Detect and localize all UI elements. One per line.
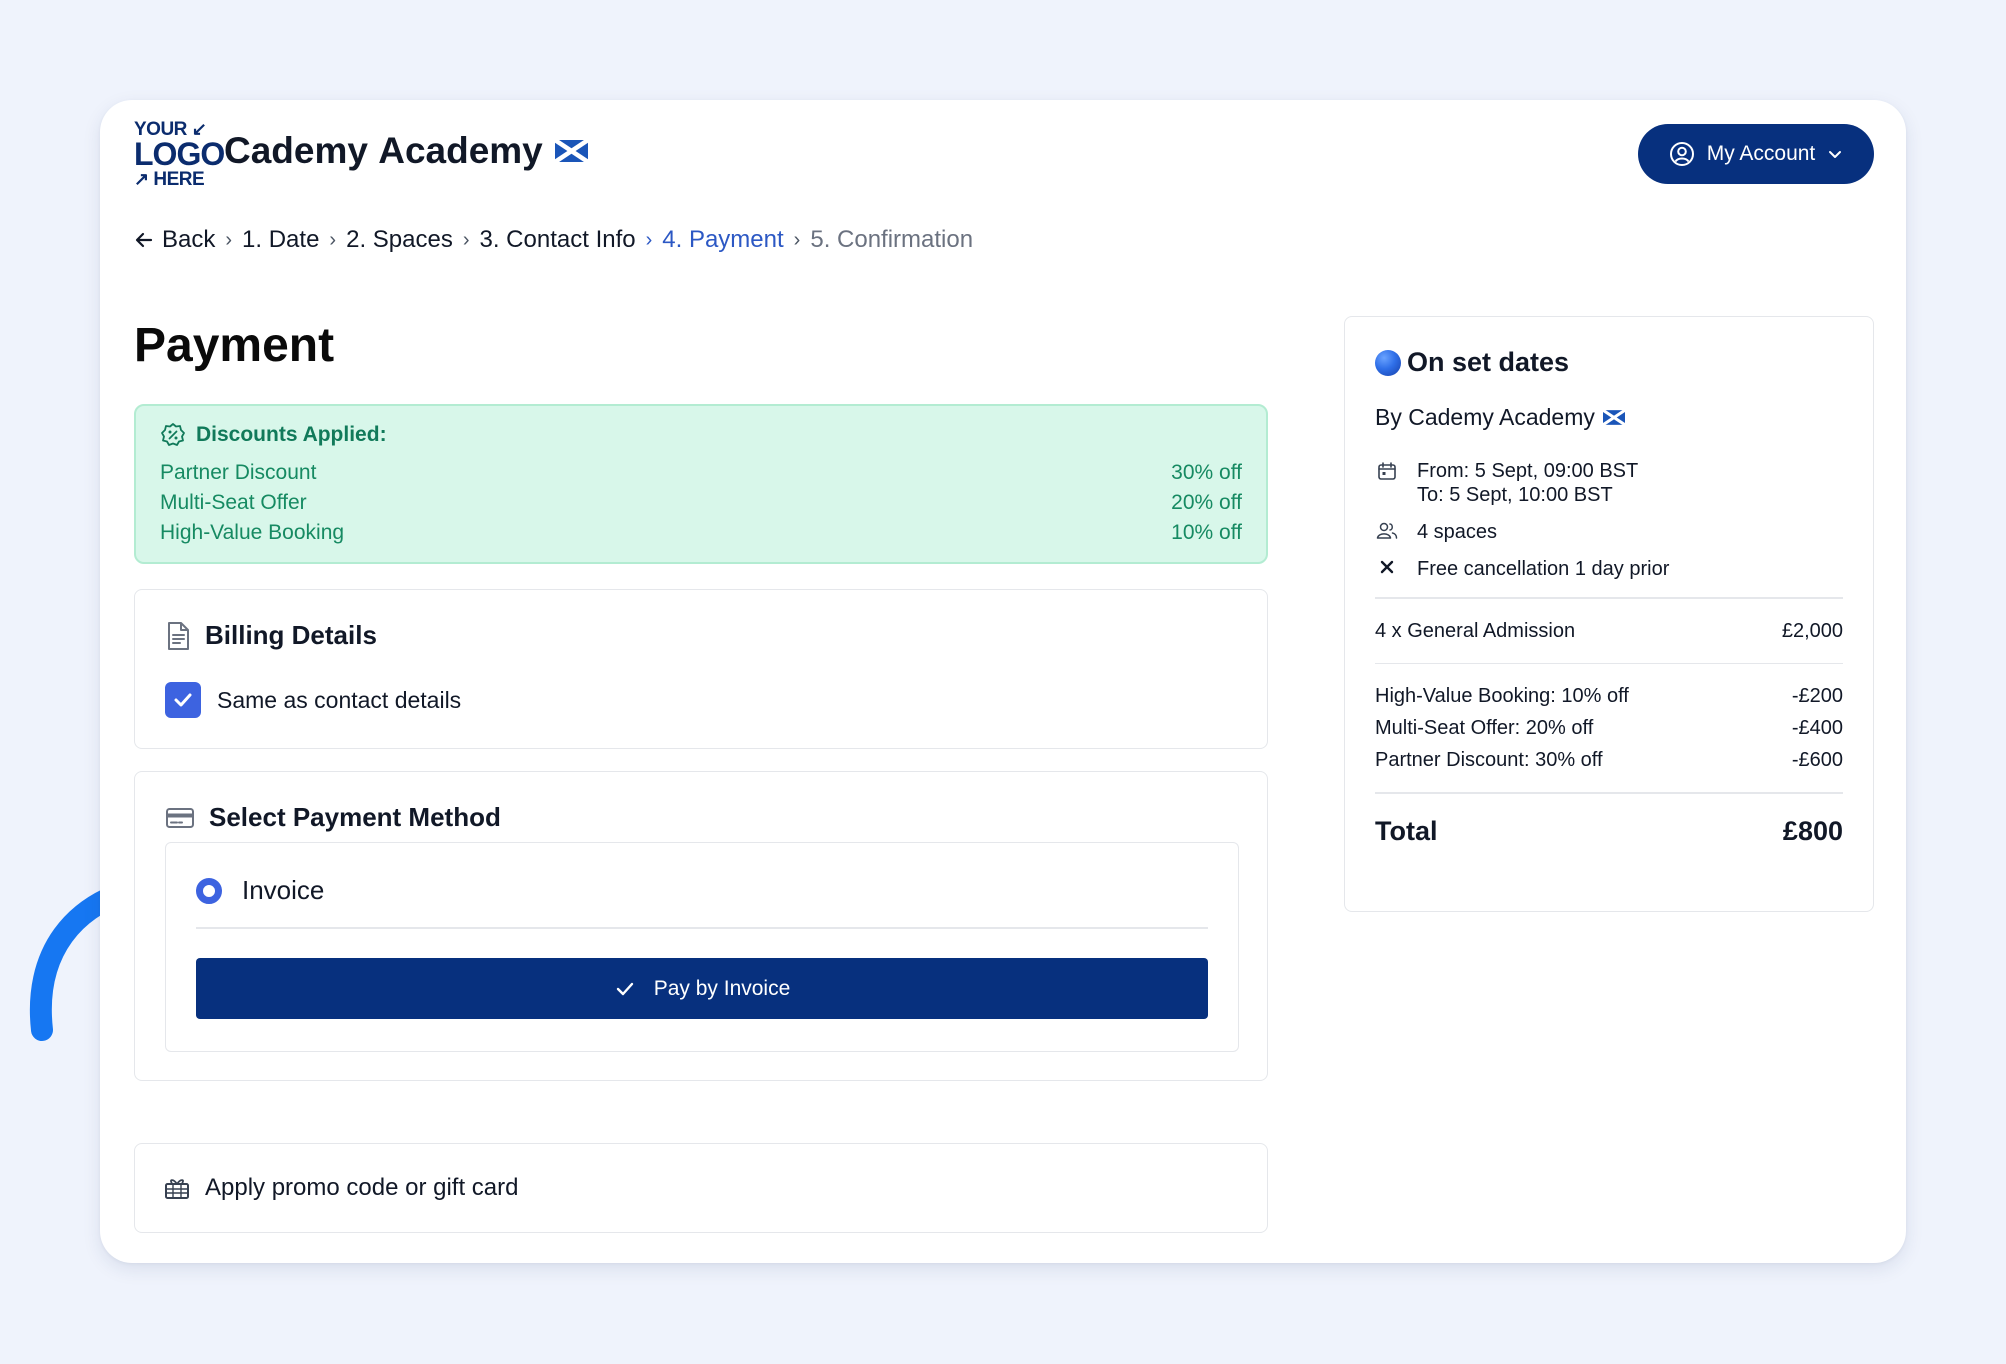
back-link[interactable]: Back	[134, 226, 215, 254]
summary-title-label: On set dates	[1407, 347, 1570, 377]
discount-value: 10% off	[1171, 521, 1242, 544]
breadcrumb-step-date[interactable]: 1. Date	[242, 226, 319, 254]
arrow-left-icon	[135, 232, 153, 248]
checkmark-icon	[174, 693, 192, 707]
user-circle-icon	[1669, 142, 1694, 166]
breadcrumb-step-contact-info[interactable]: 3. Contact Info	[480, 226, 636, 254]
breadcrumb-separator: ›	[329, 228, 337, 251]
back-label: Back	[162, 226, 216, 253]
promo-code-panel[interactable]: Apply promo code or gift card	[134, 1143, 1268, 1233]
my-account-label: My Account	[1706, 142, 1816, 165]
discount-value: 20% off	[1171, 491, 1242, 514]
spaces-row: 4 spaces	[1375, 520, 1843, 544]
breadcrumb-separator: ›	[793, 228, 801, 251]
discount-badge-icon	[161, 423, 185, 446]
document-icon	[168, 621, 189, 650]
discount-label: Partner Discount	[160, 461, 317, 484]
divider	[196, 927, 1208, 929]
scotland-flag-icon	[554, 140, 588, 162]
payment-method-panel: Select Payment Method Invoice Pay by Inv…	[134, 771, 1268, 1081]
summary-organizer-label: By Cademy Academy	[1375, 404, 1595, 430]
calendar-icon	[1378, 462, 1396, 480]
chevron-down-icon	[1829, 151, 1842, 158]
breadcrumb-step-spaces[interactable]: 2. Spaces	[346, 226, 453, 254]
admission-line: 4 x General Admission £2,000	[1375, 615, 1843, 647]
logo-line-3: HERE	[153, 169, 205, 190]
same-as-contact-row: Same as contact details	[165, 682, 461, 718]
breadcrumb-separator: ›	[645, 228, 653, 251]
academy-name: Cademу Academy	[224, 130, 543, 171]
payment-method-label: Select Payment Method	[209, 802, 501, 832]
discount-label: Multi-Seat Offer	[160, 491, 307, 514]
billing-details-heading: Billing Details	[165, 620, 377, 651]
invoice-label[interactable]: Invoice	[242, 875, 324, 906]
discount-row: High-Value Booking 10% off	[160, 518, 1242, 548]
discounts-heading: Discounts Applied:	[160, 422, 1242, 448]
date-to: To: 5 Sept, 10:00 BST	[1417, 484, 1613, 506]
divider	[1375, 597, 1843, 599]
divider	[1375, 792, 1843, 794]
breadcrumb-step-confirmation: 5. Confirmation	[810, 226, 974, 253]
logo-line-2: LOGO	[134, 136, 225, 172]
users-icon	[1376, 522, 1398, 539]
total-label: Total	[1375, 815, 1438, 846]
scotland-flag-icon	[1602, 410, 1625, 425]
credit-card-icon	[166, 807, 194, 828]
academy-title: Cademу Academy	[224, 130, 588, 172]
discount-row: Partner Discount 30% off	[160, 458, 1242, 488]
discount-label: High-Value Booking	[160, 521, 345, 544]
summary-title: On set dates	[1375, 347, 1843, 378]
discount-row: Multi-Seat Offer 20% off	[160, 488, 1242, 518]
my-account-button[interactable]: My Account	[1638, 124, 1874, 184]
logo: YOUR ↙ LOGO ↗ HERE	[134, 119, 225, 190]
breadcrumb-separator: ›	[462, 228, 470, 251]
billing-details-panel: Billing Details Same as contact details	[134, 589, 1268, 749]
date-row: From: 5 Sept, 09:00 BST To: 5 Sept, 10:0…	[1375, 459, 1843, 507]
booking-card: YOUR ↙ LOGO ↗ HERE Cademу Academy My Acc…	[100, 100, 1906, 1263]
discount-line: Multi-Seat Offer: 20% off -£400	[1375, 712, 1843, 744]
blue-dot-icon	[1375, 349, 1401, 376]
order-summary: On set dates By Cademy Academy From: 5 S…	[1344, 316, 1874, 912]
cancellation-row: Free cancellation 1 day prior	[1375, 557, 1843, 581]
invoice-option-box: Invoice Pay by Invoice	[165, 842, 1239, 1052]
discount-line-label: Multi-Seat Offer: 20% off	[1375, 717, 1594, 739]
discount-value: 30% off	[1171, 461, 1242, 484]
admission-value: £2,000	[1781, 619, 1843, 642]
payment-method-heading: Select Payment Method	[165, 802, 501, 833]
date-from: From: 5 Sept, 09:00 BST	[1417, 460, 1639, 482]
page-title: Payment	[134, 319, 335, 372]
cancellation-label: Free cancellation 1 day prior	[1417, 558, 1670, 580]
promo-code-label[interactable]: Apply promo code or gift card	[205, 1174, 519, 1202]
discount-line-value: -£600	[1791, 749, 1843, 771]
summary-organizer: By Cademy Academy	[1375, 404, 1843, 431]
pay-by-invoice-button[interactable]: Pay by Invoice	[196, 958, 1208, 1019]
breadcrumb-separator: ›	[225, 228, 233, 251]
discount-line-label: High-Value Booking: 10% off	[1375, 685, 1629, 707]
invoice-option[interactable]: Invoice	[196, 875, 324, 906]
breadcrumb-step-payment[interactable]: 4. Payment	[662, 226, 783, 254]
gift-card-icon	[165, 1179, 189, 1199]
discount-line: High-Value Booking: 10% off -£200	[1375, 680, 1843, 712]
divider	[1375, 662, 1843, 664]
close-icon	[1380, 560, 1394, 574]
invoice-radio[interactable]	[196, 877, 222, 904]
discounts-heading-label: Discounts Applied:	[196, 423, 387, 446]
summary-info: From: 5 Sept, 09:00 BST To: 5 Sept, 10:0…	[1375, 459, 1843, 581]
total-row: Total £800	[1375, 816, 1843, 847]
discount-line-label: Partner Discount: 30% off	[1375, 749, 1603, 771]
breadcrumb: Back › 1. Date › 2. Spaces › 3. Contact …	[134, 226, 973, 254]
checkmark-icon	[616, 982, 633, 995]
total-value: £800	[1782, 815, 1843, 846]
admission-label: 4 x General Admission	[1375, 619, 1576, 642]
discount-line-value: -£400	[1791, 717, 1843, 739]
discounts-banner: Discounts Applied: Partner Discount 30% …	[134, 404, 1268, 564]
discount-line-value: -£200	[1791, 685, 1843, 707]
spaces-label: 4 spaces	[1417, 521, 1498, 543]
pay-by-invoice-label: Pay by Invoice	[653, 976, 791, 1000]
same-as-contact-checkbox[interactable]	[165, 682, 201, 718]
discount-line: Partner Discount: 30% off -£600	[1375, 744, 1843, 776]
same-as-contact-label[interactable]: Same as contact details	[217, 687, 461, 714]
billing-details-label: Billing Details	[205, 620, 377, 650]
